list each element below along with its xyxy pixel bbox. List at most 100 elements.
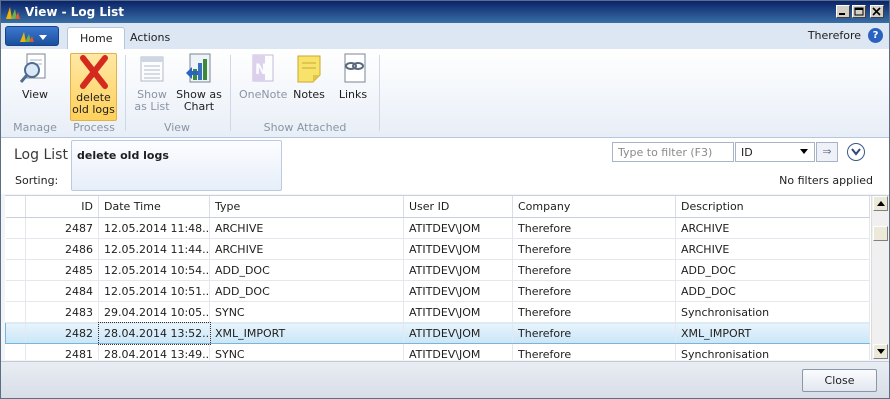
cell-company[interactable]: Therefore	[512, 238, 676, 260]
group-label-view: View	[163, 121, 191, 134]
table-row[interactable]: 2481 28.04.2014 13:49... SYNC ATITDEV\JOM Th…	[5, 343, 870, 360]
table-row[interactable]: 2486 12.05.2014 11:44... ARCHIVE ATITDEV\JO…	[5, 238, 870, 260]
cell-type[interactable]: ADD_DOC	[209, 259, 404, 281]
table-row[interactable]: 2487 12.05.2014 11:48... ARCHIVE ATITDEV\JO…	[5, 217, 870, 239]
help-icon[interactable]: ?	[868, 28, 883, 43]
row-selector[interactable]	[5, 217, 26, 239]
cell-description[interactable]: ADD_DOC	[675, 259, 870, 281]
row-selector[interactable]	[5, 301, 26, 323]
cell-type[interactable]: SYNC	[209, 343, 404, 360]
cell-user-id[interactable]: ATITDEV\JOM	[403, 301, 513, 323]
row-selector[interactable]	[5, 259, 26, 281]
cell-datetime[interactable]: 12.05.2014 11:44...	[98, 238, 210, 260]
cell-description[interactable]: ADD_DOC	[675, 280, 870, 302]
scroll-down-button[interactable]	[873, 344, 888, 359]
cell-type[interactable]: XML_IMPORT	[209, 322, 404, 344]
cell-description[interactable]: Synchronisation	[675, 343, 870, 360]
vertical-scrollbar[interactable]	[871, 196, 889, 360]
cell-datetime[interactable]: 12.05.2014 10:54...	[98, 259, 210, 281]
cell-company[interactable]: Therefore	[512, 217, 676, 239]
app-logo-icon	[6, 7, 20, 19]
cell-type[interactable]: SYNC	[209, 301, 404, 323]
cell-description[interactable]: XML_IMPORT	[675, 322, 870, 344]
maximize-button[interactable]	[852, 5, 866, 18]
notes-button[interactable]: Notes	[292, 51, 326, 101]
column-header-id[interactable]: ID	[25, 196, 99, 218]
sorting-label: Sorting:	[15, 174, 59, 187]
sticky-note-icon	[292, 51, 326, 87]
column-header-datetime[interactable]: Date Time	[98, 196, 210, 218]
cell-user-id[interactable]: ATITDEV\JOM	[403, 322, 513, 344]
application-menu-button[interactable]	[5, 26, 59, 46]
group-label-manage: Manage	[13, 121, 57, 134]
title-bar[interactable]: View - Log List	[1, 1, 889, 23]
cell-id[interactable]: 2485	[25, 259, 99, 281]
show-as-chart-button[interactable]: Show as Chart	[176, 51, 222, 113]
cell-datetime[interactable]: 28.04.2014 13:49...	[98, 343, 210, 360]
ribbon: View delete old logs Show as List Show a…	[1, 49, 889, 138]
magnifier-document-icon	[18, 51, 52, 87]
column-header-user-id[interactable]: User ID	[403, 196, 513, 218]
company-name[interactable]: Therefore	[808, 29, 861, 42]
cell-id[interactable]: 2481	[25, 343, 99, 360]
links-button[interactable]: Links	[337, 51, 369, 101]
filter-field-select[interactable]: ID	[735, 142, 815, 162]
cell-company[interactable]: Therefore	[512, 343, 676, 360]
cell-company[interactable]: Therefore	[512, 259, 676, 281]
cell-id[interactable]: 2484	[25, 280, 99, 302]
table-row[interactable]: 2483 29.04.2014 10:05... SYNC ATITDEV\JOM Th…	[5, 301, 870, 323]
show-as-list-button[interactable]: Show as List	[132, 51, 172, 113]
cell-user-id[interactable]: ATITDEV\JOM	[403, 259, 513, 281]
cell-description[interactable]: ARCHIVE	[675, 217, 870, 239]
cell-id[interactable]: 2486	[25, 238, 99, 260]
row-selector[interactable]	[5, 280, 26, 302]
cell-datetime[interactable]: 29.04.2014 10:05...	[98, 301, 210, 323]
cell-type[interactable]: ARCHIVE	[209, 238, 404, 260]
cell-user-id[interactable]: ATITDEV\JOM	[403, 217, 513, 239]
tab-home[interactable]: Home	[67, 27, 126, 50]
window: View - Log List Home Actions Therefore ?	[0, 0, 890, 399]
cell-company[interactable]: Therefore	[512, 322, 676, 344]
notes-label: Notes	[293, 88, 325, 101]
cell-company[interactable]: Therefore	[512, 301, 676, 323]
filter-input[interactable]: Type to filter (F3)	[612, 142, 734, 162]
table-row[interactable]: 2485 12.05.2014 10:54... ADD_DOC ATITDEV\JO…	[5, 259, 870, 281]
cell-user-id[interactable]: ATITDEV\JOM	[403, 343, 513, 360]
expand-filter-icon[interactable]	[847, 143, 865, 161]
tab-actions[interactable]: Actions	[118, 27, 182, 49]
minimize-button[interactable]	[836, 5, 850, 18]
table-row[interactable]: 2484 12.05.2014 10:51... ADD_DOC ATITDEV\JO…	[5, 280, 870, 302]
cell-type[interactable]: ARCHIVE	[209, 217, 404, 239]
row-selector[interactable]	[5, 322, 26, 344]
table-row[interactable]: 2482 28.04.2014 13:52... XML_IMPORT ATITDEV…	[5, 321, 870, 345]
column-header-company[interactable]: Company	[512, 196, 676, 218]
row-selector[interactable]	[5, 343, 26, 360]
scroll-thumb[interactable]	[873, 226, 888, 241]
cell-type[interactable]: ADD_DOC	[209, 280, 404, 302]
cell-datetime[interactable]: 28.04.2014 13:52...	[97, 321, 211, 345]
cell-description[interactable]: Synchronisation	[675, 301, 870, 323]
close-window-button[interactable]	[870, 5, 884, 18]
scroll-up-button[interactable]	[873, 196, 888, 211]
cell-id[interactable]: 2483	[25, 301, 99, 323]
cell-user-id[interactable]: ATITDEV\JOM	[403, 238, 513, 260]
column-header-description[interactable]: Description	[675, 196, 870, 218]
onenote-button[interactable]: N OneNote	[239, 51, 287, 101]
group-separator	[230, 55, 231, 131]
cell-datetime[interactable]: 12.05.2014 10:51...	[98, 280, 210, 302]
apply-filter-button[interactable]: ⇒	[816, 142, 838, 162]
cell-company[interactable]: Therefore	[512, 280, 676, 302]
view-button[interactable]: View	[13, 51, 57, 101]
cell-id[interactable]: 2482	[25, 322, 99, 344]
action-popup[interactable]: delete old logs	[71, 140, 282, 191]
delete-old-logs-button[interactable]: delete old logs	[70, 53, 117, 121]
cell-description[interactable]: ARCHIVE	[675, 238, 870, 260]
cell-id[interactable]: 2487	[25, 217, 99, 239]
delete-label-line2: old logs	[72, 103, 115, 116]
row-selector[interactable]	[5, 238, 26, 260]
column-header-type[interactable]: Type	[209, 196, 404, 218]
cell-user-id[interactable]: ATITDEV\JOM	[403, 280, 513, 302]
svg-text:N: N	[255, 62, 267, 78]
close-button[interactable]: Close	[802, 369, 877, 392]
cell-datetime[interactable]: 12.05.2014 11:48...	[98, 217, 210, 239]
